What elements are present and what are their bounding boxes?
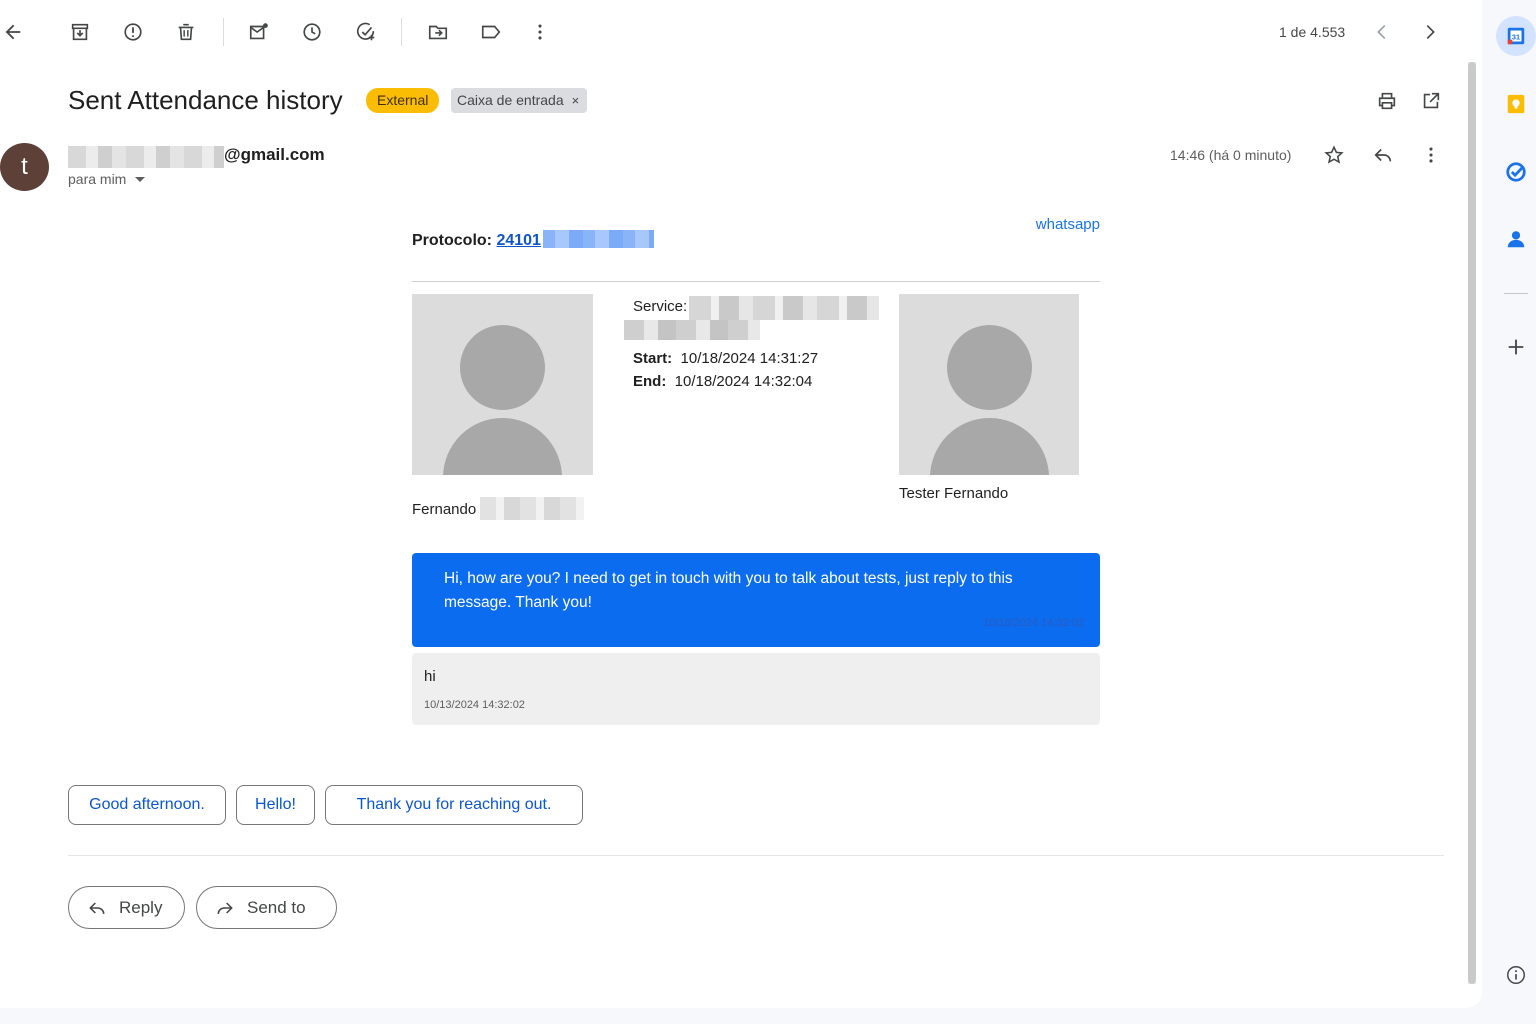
- person-body-icon: [930, 418, 1049, 475]
- forward-button-label: Send to: [247, 897, 306, 917]
- scrollbar-thumb[interactable]: [1468, 62, 1476, 984]
- reply-button-label: Reply: [119, 897, 163, 917]
- info-icon[interactable]: [1496, 955, 1536, 995]
- toolbar-divider: [223, 18, 224, 46]
- move-to-icon[interactable]: [418, 12, 458, 52]
- agent-name: Fernando: [412, 501, 477, 518]
- pager-count: 1 de 4.553: [1279, 24, 1346, 40]
- dropdown-caret-icon: [135, 176, 146, 182]
- toolbar-divider: [401, 18, 402, 46]
- channel-name: whatsapp: [1035, 216, 1100, 233]
- main-panel: 1 de 4.553 Sent Attendance history Exter…: [0, 0, 1482, 1008]
- newer-chevron-icon[interactable]: [1362, 12, 1402, 52]
- end-time: End: 10/18/2024 14:32:04: [633, 373, 812, 390]
- forward-button[interactable]: Send to: [196, 886, 337, 929]
- back-icon[interactable]: [0, 12, 33, 52]
- protocol-redacted: [543, 230, 654, 248]
- recipients-text: para mim: [68, 171, 127, 187]
- archive-icon[interactable]: [60, 12, 100, 52]
- recipients-toggle[interactable]: para mim: [68, 171, 146, 187]
- outgoing-message: Hi, how are you? I need to get in touch …: [412, 553, 1100, 647]
- start-value: 10/18/2024 14:31:27: [680, 350, 819, 367]
- svg-text:31: 31: [1512, 33, 1520, 42]
- email-subject: Sent Attendance history: [68, 85, 343, 115]
- sender-name-redacted: [68, 146, 224, 168]
- smart-reply-good-afternoon[interactable]: Good afternoon.: [68, 785, 226, 825]
- calendar-app-icon[interactable]: 31: [1496, 16, 1536, 56]
- open-new-window-icon[interactable]: [1411, 81, 1451, 121]
- older-chevron-icon[interactable]: [1410, 12, 1450, 52]
- person-head-icon: [460, 325, 545, 410]
- service-redacted: [689, 296, 879, 320]
- reply-button[interactable]: Reply: [68, 886, 185, 929]
- incoming-message-time: 10/13/2024 14:32:02: [424, 699, 525, 711]
- agent-name-redacted: [480, 497, 584, 520]
- person-head-icon: [947, 325, 1032, 410]
- add-task-icon[interactable]: [346, 12, 386, 52]
- received-time: 14:46 (há 0 minuto): [1170, 147, 1292, 163]
- body-divider: [412, 281, 1100, 282]
- outgoing-message-text: Hi, how are you? I need to get in touch …: [444, 570, 1013, 611]
- sender-email: @gmail.com: [224, 145, 325, 164]
- message-more-icon[interactable]: [1411, 135, 1451, 175]
- actions-divider: [68, 855, 1444, 856]
- delete-icon[interactable]: [166, 12, 206, 52]
- start-label: Start:: [633, 350, 673, 367]
- end-value: 10/18/2024 14:32:04: [674, 373, 813, 390]
- external-label: External: [366, 88, 440, 113]
- add-addon-icon[interactable]: [1496, 327, 1536, 367]
- service-label: Service:: [633, 298, 688, 315]
- more-options-icon[interactable]: [520, 12, 560, 52]
- label-icon[interactable]: [471, 12, 511, 52]
- inbox-label-text: Caixa de entrada: [457, 92, 564, 108]
- snooze-icon[interactable]: [292, 12, 332, 52]
- protocol-label: Protocolo:: [412, 232, 492, 249]
- star-icon[interactable]: [1314, 135, 1354, 175]
- incoming-message: hi 10/13/2024 14:32:02: [412, 653, 1100, 725]
- forward-arrow-icon: [217, 901, 233, 914]
- sender-avatar[interactable]: t: [0, 143, 49, 191]
- protocol-link[interactable]: 24101: [496, 232, 541, 249]
- smart-reply-thank-you[interactable]: Thank you for reaching out.: [325, 785, 583, 825]
- mark-unread-icon[interactable]: [239, 12, 279, 52]
- contacts-app-icon[interactable]: [1496, 219, 1536, 259]
- keep-app-icon[interactable]: [1496, 84, 1536, 124]
- reply-arrow-icon: [89, 901, 105, 914]
- outgoing-message-time: 10/18/2024 14:32:02: [983, 617, 1084, 629]
- rail-divider: [1504, 293, 1528, 294]
- person-body-icon: [443, 418, 562, 475]
- start-time: Start: 10/18/2024 14:31:27: [633, 350, 818, 367]
- end-label: End:: [633, 373, 667, 390]
- customer-name: Tester Fernando: [899, 485, 1009, 502]
- inbox-label[interactable]: Caixa de entrada ×: [451, 88, 588, 113]
- reply-icon[interactable]: [1363, 135, 1403, 175]
- toolbar: 1 de 4.553: [0, 0, 1482, 64]
- print-icon[interactable]: [1367, 81, 1407, 121]
- agent-avatar-placeholder: [412, 294, 593, 475]
- incoming-message-text: hi: [424, 668, 436, 685]
- remove-label-icon[interactable]: ×: [572, 88, 580, 113]
- protocol-line: Protocolo: 24101: [412, 232, 541, 250]
- smart-reply-hello[interactable]: Hello!: [236, 785, 315, 825]
- tasks-app-icon[interactable]: [1496, 152, 1536, 192]
- service-redacted-line2: [624, 320, 760, 340]
- customer-avatar-placeholder: [899, 294, 1079, 475]
- report-spam-icon[interactable]: [113, 12, 153, 52]
